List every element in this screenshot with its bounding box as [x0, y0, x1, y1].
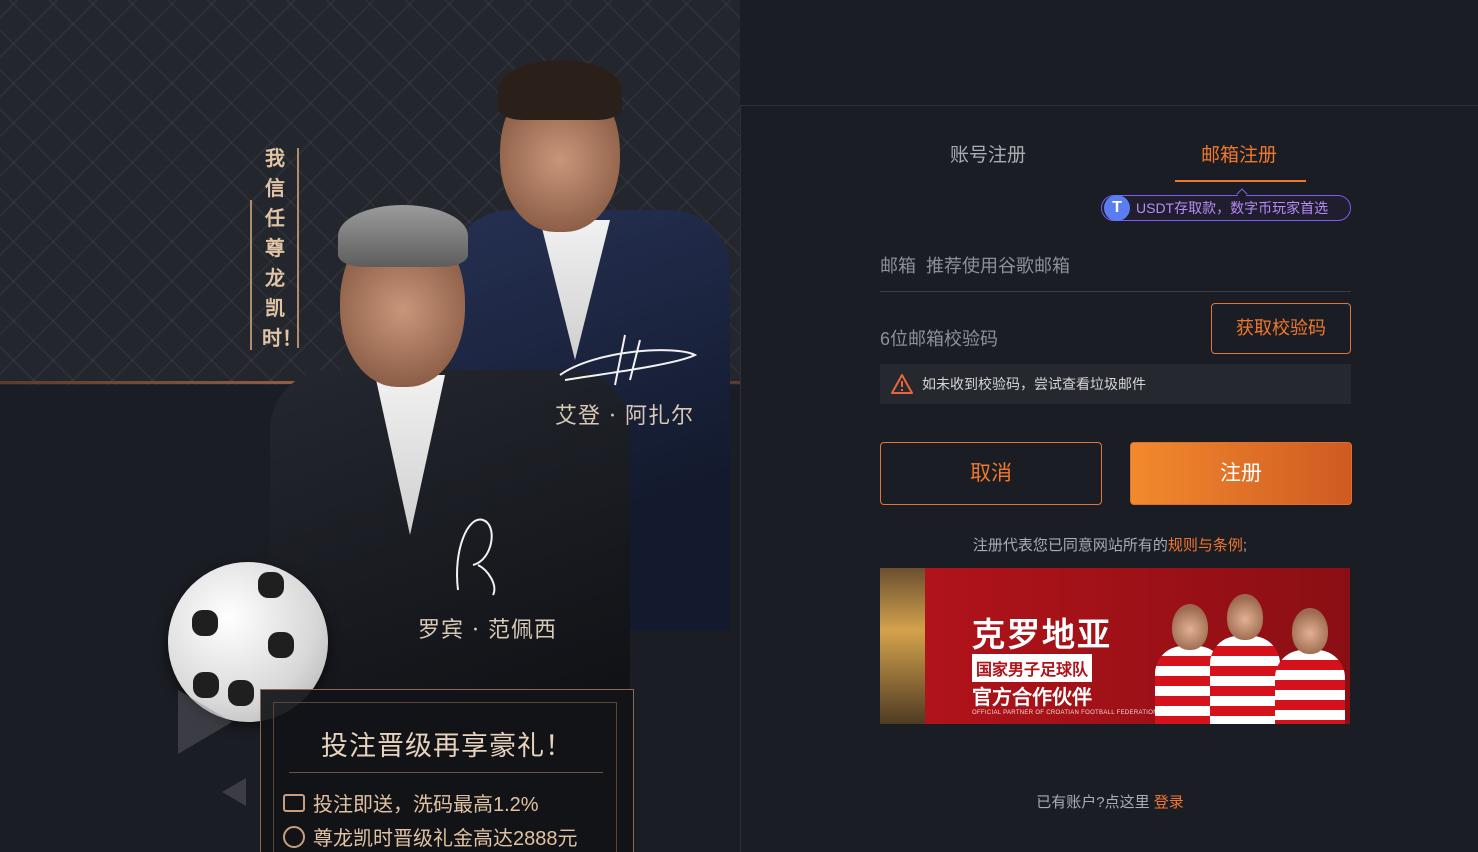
banner-player-3 [1275, 608, 1345, 724]
spam-hint-text: 如未收到校验码，尝试查看垃圾邮件 [922, 376, 1146, 392]
terms-text: 注册代表您已同意网站所有的规则与条例; [741, 534, 1478, 555]
login-prompt: 已有账户?点这里 登录 [741, 791, 1478, 812]
wallet-icon [283, 793, 305, 812]
hazard-signature [559, 334, 698, 386]
deco-triangle-small [222, 778, 246, 806]
banner-player-2 [1210, 594, 1280, 724]
banner-title: 克罗地亚 [972, 616, 1112, 653]
verification-code-input[interactable] [880, 328, 1190, 350]
terms-link[interactable]: 规则与条例 [1168, 537, 1243, 554]
code-field-wrapper [880, 314, 1190, 364]
login-prefix: 已有账户?点这里 [1036, 794, 1150, 811]
promo-card-divider [289, 772, 603, 773]
cancel-button[interactable]: 取消 [880, 442, 1102, 505]
terms-prefix: 注册代表您已同意网站所有的 [972, 537, 1168, 554]
promo-line-rebate-text: 投注即送，洗码最高1.2% [313, 794, 539, 816]
promo-card: 投注晋级再享豪礼！ 投注即送，洗码最高1.2% 尊龙凯时晋级礼金高达2888元 [260, 689, 634, 852]
tab-active-underline [1175, 180, 1306, 182]
coin-icon [283, 825, 305, 848]
banner-subtitle-partner: 官方合作伙伴 [972, 687, 1092, 709]
banner-gold-strip [880, 568, 925, 724]
promo-card-title: 投注晋级再享豪礼！ [321, 731, 573, 762]
croatia-partner-banner[interactable]: 克罗地亚 国家男子足球队 官方合作伙伴 OFFICIAL PARTNER OF … [880, 568, 1350, 724]
register-button[interactable]: 注册 [1130, 442, 1352, 505]
terms-suffix: ; [1242, 537, 1248, 554]
van-persie-signature [456, 518, 496, 596]
deco-triangle [178, 690, 232, 754]
usdt-promo-text: USDT存取款，数字币玩家首选 [1136, 200, 1329, 216]
banner-small-caption: OFFICIAL PARTNER OF CROATIAN FOOTBALL FE… [972, 710, 1158, 716]
promo-line-rebate: 投注即送，洗码最高1.2% [283, 788, 539, 817]
warning-icon [890, 373, 914, 395]
get-code-button[interactable]: 获取校验码 [1211, 303, 1351, 354]
login-link[interactable]: 登录 [1154, 794, 1184, 811]
player1-name: 艾登 · 阿扎尔 [555, 404, 694, 429]
player2-name: 罗宾 · 范佩西 [418, 618, 557, 643]
promo-line-bonus-text: 尊龙凯时晋级礼金高达2888元 [313, 828, 578, 850]
promo-artwork: 我信任尊龙凯时！ 艾登 · 阿扎尔 罗宾 · 范佩西 投注晋级再享豪礼！ 投注即… [0, 0, 740, 852]
spam-hint-box: 如未收到校验码，尝试查看垃圾邮件 [880, 364, 1351, 404]
email-field-wrapper [880, 242, 1351, 292]
tab-email-register[interactable]: 邮箱注册 [1201, 140, 1277, 167]
promo-line-bonus: 尊龙凯时晋级礼金高达2888元 [283, 822, 578, 851]
banner-subtitle-team: 国家男子足球队 [972, 654, 1093, 682]
register-panel: 账号注册 邮箱注册 T USDT存取款，数字币玩家首选 获取校验码 如未收到校验… [740, 105, 1478, 852]
usdt-promo-badge[interactable]: T USDT存取款，数字币玩家首选 [1101, 195, 1351, 221]
tab-account-register[interactable]: 账号注册 [950, 140, 1026, 167]
email-input[interactable] [880, 256, 1351, 277]
tether-icon: T [1104, 195, 1130, 221]
